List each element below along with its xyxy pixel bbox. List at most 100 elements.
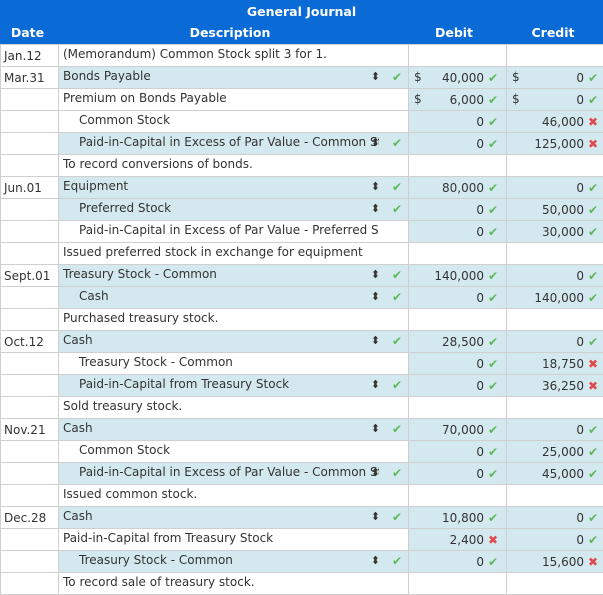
account-select[interactable]: Cash ⬍ ✔ xyxy=(58,286,409,309)
credit-amount-input[interactable]: 46,000 ✖ xyxy=(506,110,603,133)
credit-amount-input[interactable]: 36,250 ✖ xyxy=(506,374,603,397)
account-select[interactable]: Paid-in-Capital in Excess of Par Value -… xyxy=(58,132,409,155)
debit-amount-input[interactable]: 0 ✔ xyxy=(408,352,507,375)
debit-amount-input[interactable]: 140,000 ✔ xyxy=(408,264,507,287)
memo-input[interactable]: To record conversions of bonds. xyxy=(58,154,409,177)
account-select[interactable]: Cash ⬍ ✔ xyxy=(58,506,409,529)
debit-amount-input[interactable]: 0 ✔ xyxy=(408,132,507,155)
account-select[interactable]: Paid-in-Capital in Excess of Par Value -… xyxy=(58,462,409,485)
account-input[interactable]: Common Stock xyxy=(58,440,409,463)
credit-amount-input[interactable]: 15,600 ✖ xyxy=(506,550,603,573)
account-select[interactable]: Bonds Payable ⬍ ✔ xyxy=(58,66,409,89)
journal-memo-row: Jan.12 (Memorandum) Common Stock split 3 … xyxy=(0,44,603,67)
account-input[interactable]: Paid-in-Capital from Treasury Stock xyxy=(58,528,409,551)
credit-amount-input[interactable]: 45,000 ✔ xyxy=(506,462,603,485)
date-cell xyxy=(0,110,59,133)
debit-amount-input[interactable]: 0 ✔ xyxy=(408,440,507,463)
credit-amount-input[interactable]: 0 ✔ xyxy=(506,176,603,199)
sort-arrows-icon[interactable]: ⬍ xyxy=(371,554,380,567)
journal-memo-row: To record sale of treasury stock. xyxy=(0,572,603,595)
debit-amount-input[interactable]: 2,400 ✖ xyxy=(408,528,507,551)
account-select[interactable]: Treasury Stock - Common ⬍ ✔ xyxy=(58,550,409,573)
credit-amount-input[interactable]: 25,000 ✔ xyxy=(506,440,603,463)
debit-value: 0 xyxy=(476,356,484,371)
account-name: Cash xyxy=(63,333,93,347)
journal-entry-row: Oct.12 Cash ⬍ ✔ 28,500 ✔ 0 ✔ xyxy=(0,330,603,353)
sort-arrows-icon[interactable]: ⬍ xyxy=(371,180,380,193)
memo-input[interactable]: To record sale of treasury stock. xyxy=(58,572,409,595)
credit-amount-input[interactable]: 0 ✔ xyxy=(506,506,603,529)
memo-text: To record conversions of bonds. xyxy=(63,157,253,171)
debit-amount-input[interactable]: 80,000 ✔ xyxy=(408,176,507,199)
sort-arrows-icon[interactable]: ⬍ xyxy=(371,202,380,215)
credit-value: 15,600 xyxy=(542,554,584,569)
sort-arrows-icon[interactable]: ⬍ xyxy=(371,378,380,391)
account-select[interactable]: Equipment ⬍ ✔ xyxy=(58,176,409,199)
credit-amount-input[interactable]: 30,000 ✔ xyxy=(506,220,603,243)
account-select[interactable]: Paid-in-Capital from Treasury Stock ⬍ ✔ xyxy=(58,374,409,397)
credit-amount-input[interactable]: 0 ✔ xyxy=(506,264,603,287)
credit-amount-input[interactable]: $0 ✔ xyxy=(506,66,603,89)
journal-entry-row: Sept.01 Treasury Stock - Common ⬍ ✔ 140,000 ✔… xyxy=(0,264,603,287)
debit-amount-input[interactable]: $40,000 ✔ xyxy=(408,66,507,89)
credit-amount-input[interactable]: 125,000 ✖ xyxy=(506,132,603,155)
memo-input[interactable]: (Memorandum) Common Stock split 3 for 1. xyxy=(58,44,409,67)
memo-input[interactable]: Issued preferred stock in exchange for e… xyxy=(58,242,409,265)
account-input[interactable]: Common Stock xyxy=(58,110,409,133)
debit-amount-input[interactable]: 0 ✔ xyxy=(408,198,507,221)
account-input[interactable]: Paid-in-Capital in Excess of Par Value -… xyxy=(58,220,409,243)
credit-amount-input[interactable]: 0 ✔ xyxy=(506,330,603,353)
credit-value: 0 xyxy=(576,92,584,107)
debit-amount-input[interactable]: 28,500 ✔ xyxy=(408,330,507,353)
sort-arrows-icon[interactable]: ⬍ xyxy=(371,510,380,523)
account-name: Paid-in-Capital in Excess of Par Value -… xyxy=(79,135,379,149)
journal-entry-row: Paid-in-Capital in Excess of Par Value -… xyxy=(0,220,603,243)
account-input[interactable]: Treasury Stock - Common xyxy=(58,352,409,375)
sort-arrows-icon[interactable]: ⬍ xyxy=(371,268,380,281)
credit-amount-input[interactable]: 0 ✔ xyxy=(506,418,603,441)
memo-input[interactable]: Issued common stock. xyxy=(58,484,409,507)
account-select[interactable]: Cash ⬍ ✔ xyxy=(58,330,409,353)
journal-entry-row: Paid-in-Capital from Treasury Stock ⬍ ✔ 0 ✔ 3… xyxy=(0,374,603,397)
date-cell: Sept.01 xyxy=(0,264,59,287)
sort-arrows-icon[interactable]: ⬍ xyxy=(371,290,380,303)
sort-arrows-icon[interactable]: ⬍ xyxy=(371,422,380,435)
date-cell xyxy=(0,484,59,507)
sort-arrows-icon[interactable]: ⬍ xyxy=(371,70,380,83)
check-icon: ✔ xyxy=(488,202,499,217)
sort-arrows-icon[interactable]: ⬍ xyxy=(371,466,380,479)
credit-amount-input[interactable]: $0 ✔ xyxy=(506,88,603,111)
check-icon: ✔ xyxy=(588,268,599,283)
debit-amount-input[interactable]: 0 ✔ xyxy=(408,220,507,243)
debit-amount-input[interactable]: 0 ✔ xyxy=(408,374,507,397)
memo-text: Purchased treasury stock. xyxy=(63,311,219,325)
journal-title: General Journal xyxy=(246,4,357,19)
debit-amount-input[interactable]: $6,000 ✔ xyxy=(408,88,507,111)
sort-arrows-icon[interactable]: ⬍ xyxy=(371,334,380,347)
debit-amount-input[interactable]: 0 ✔ xyxy=(408,462,507,485)
memo-input[interactable]: Sold treasury stock. xyxy=(58,396,409,419)
memo-text: Issued preferred stock in exchange for e… xyxy=(63,245,363,259)
credit-amount-input[interactable]: 0 ✔ xyxy=(506,528,603,551)
sort-arrows-icon[interactable]: ⬍ xyxy=(371,136,380,149)
credit-amount-input[interactable]: 140,000 ✔ xyxy=(506,286,603,309)
date-cell xyxy=(0,220,59,243)
journal-entry-row: Treasury Stock - Common 0 ✔ 18,750 ✖ xyxy=(0,352,603,375)
account-select[interactable]: Cash ⬍ ✔ xyxy=(58,418,409,441)
credit-amount-input[interactable]: 18,750 ✖ xyxy=(506,352,603,375)
credit-amount-input[interactable]: 50,000 ✔ xyxy=(506,198,603,221)
date-cell: Oct.12 xyxy=(0,330,59,353)
debit-amount-input[interactable]: 70,000 ✔ xyxy=(408,418,507,441)
debit-amount-input[interactable]: 0 ✔ xyxy=(408,286,507,309)
account-select[interactable]: Preferred Stock ⬍ ✔ xyxy=(58,198,409,221)
credit-value: 0 xyxy=(576,422,584,437)
debit-amount-input[interactable]: 0 ✔ xyxy=(408,550,507,573)
account-input[interactable]: Premium on Bonds Payable xyxy=(58,88,409,111)
memo-input[interactable]: Purchased treasury stock. xyxy=(58,308,409,331)
debit-amount-input[interactable]: 0 ✔ xyxy=(408,110,507,133)
check-icon: ✔ xyxy=(588,532,599,547)
debit-amount-input[interactable]: 10,800 ✔ xyxy=(408,506,507,529)
account-select[interactable]: Treasury Stock - Common ⬍ ✔ xyxy=(58,264,409,287)
account-name: Cash xyxy=(63,421,93,435)
account-name: Paid-in-Capital in Excess of Par Value -… xyxy=(79,223,379,237)
